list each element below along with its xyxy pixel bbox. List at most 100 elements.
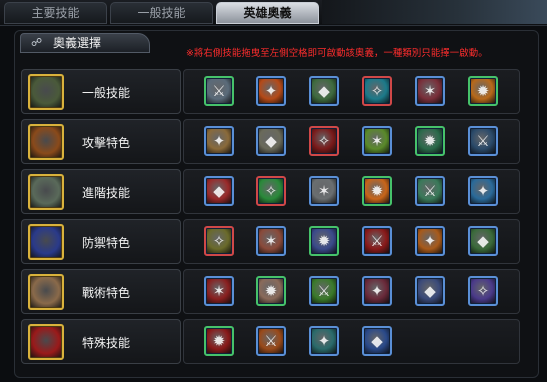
skill-glyph: ⚔ (317, 282, 331, 300)
explosion-icon[interactable] (28, 124, 64, 160)
skill-glyph: ⚔ (423, 182, 437, 200)
skill-glyph: ◆ (265, 132, 277, 150)
skill-glyph: ◆ (213, 182, 225, 200)
category-row-3: 防禦特色 (21, 219, 181, 264)
category-label: 攻擊特色 (82, 136, 131, 150)
orange-eye-icon[interactable]: ⚔ (256, 326, 286, 356)
shield-bearer-icon[interactable]: ✶ (256, 226, 286, 256)
skill-slot-row-4: ✶ ✹ ⚔ ✦ ◆ ✧ (183, 269, 520, 314)
alien-head-icon[interactable]: ◆ (256, 126, 286, 156)
shield-sword-icon[interactable] (28, 74, 64, 110)
category-row-0: 一般技能 (21, 69, 181, 114)
category-label: 戰術特色 (82, 286, 131, 300)
skill-glyph: ◆ (371, 332, 383, 350)
fire-strike-icon[interactable]: ✦ (256, 76, 286, 106)
skill-glyph: ◆ (318, 82, 330, 100)
skill-slot-row-1: ✦ ◆ ✧ ✶ ✹ ⚔ (183, 119, 520, 164)
skill-glyph: ✶ (317, 182, 331, 200)
tab-hero-ultimate[interactable]: 英雄奧義 (216, 2, 319, 24)
green-swirl-icon[interactable]: ✧ (256, 176, 286, 206)
green-crystal-icon[interactable]: ✹ (415, 126, 445, 156)
shield-icon[interactable]: ◆ (309, 76, 339, 106)
link-icon: ☍ (31, 36, 43, 49)
skill-slot-row-2: ◆ ✧ ✶ ✹ ⚔ ✦ (183, 169, 520, 214)
blue-warrior-icon[interactable] (28, 224, 64, 260)
category-label: 防禦特色 (82, 236, 131, 250)
flex-arm-icon[interactable]: ✦ (204, 126, 234, 156)
orange-flame-icon[interactable]: ✹ (362, 176, 392, 206)
blue-storm-icon[interactable]: ◆ (362, 326, 392, 356)
skill-glyph: ✹ (212, 332, 226, 350)
green-burst-icon[interactable]: ✶ (362, 126, 392, 156)
sword-slash-icon[interactable]: ⚔ (204, 76, 234, 106)
skill-glyph: ✧ (317, 132, 331, 150)
green-dash-icon[interactable]: ⚔ (309, 276, 339, 306)
red-guardian-icon[interactable]: ⚔ (362, 226, 392, 256)
demon-eyes-icon[interactable]: ✧ (309, 126, 339, 156)
skill-glyph: ✹ (423, 132, 437, 150)
category-label: 特殊技能 (82, 336, 131, 350)
blue-diamond-icon[interactable]: ◆ (415, 276, 445, 306)
category-label: 進階技能 (82, 186, 131, 200)
skill-glyph: ✦ (317, 332, 331, 350)
blue-runner-icon[interactable]: ✹ (309, 226, 339, 256)
red-hero-icon[interactable] (28, 324, 64, 360)
red-dancer-icon[interactable]: ✦ (362, 276, 392, 306)
skill-glyph: ✦ (212, 132, 226, 150)
blade-streak-icon[interactable]: ✶ (415, 76, 445, 106)
tactician-icon[interactable] (28, 274, 64, 310)
skill-glyph: ✹ (370, 182, 384, 200)
skill-glyph: ✹ (476, 82, 490, 100)
category-row-1: 攻擊特色 (21, 119, 181, 164)
red-claw-icon[interactable]: ◆ (204, 176, 234, 206)
violet-arrow-icon[interactable]: ✧ (468, 276, 498, 306)
tab-general-skills[interactable]: 一般技能 (110, 2, 213, 24)
skill-glyph: ◆ (477, 232, 489, 250)
tab-main-skills[interactable]: 主要技能 (4, 2, 107, 24)
skill-glyph: ⚔ (476, 132, 490, 150)
armored-shield-icon[interactable] (28, 174, 64, 210)
blue-vortex-icon[interactable]: ✦ (468, 176, 498, 206)
silver-shield-icon[interactable]: ✶ (309, 176, 339, 206)
red-hand-icon[interactable]: ✶ (204, 276, 234, 306)
skill-glyph: ✦ (370, 282, 384, 300)
skill-slot-row-3: ✧ ✶ ✹ ⚔ ✦ ◆ (183, 219, 520, 264)
skill-glyph: ✦ (423, 232, 437, 250)
green-arrows-icon[interactable]: ⚔ (415, 176, 445, 206)
skill-glyph: ✧ (370, 82, 384, 100)
category-row-2: 進階技能 (21, 169, 181, 214)
skill-glyph: ✹ (264, 282, 278, 300)
skill-glyph: ✧ (212, 232, 226, 250)
tab-strip-background (322, 0, 547, 24)
skill-glyph: ✧ (476, 282, 490, 300)
ultimate-select-tab[interactable]: ☍ 奧義選擇 (20, 33, 150, 53)
skill-slot-row-5: ✹ ⚔ ✦ ◆ (183, 319, 520, 364)
skill-glyph: ◆ (424, 282, 436, 300)
ice-dash-icon[interactable]: ✧ (362, 76, 392, 106)
skill-glyph: ⚔ (264, 332, 278, 350)
teal-lightning-icon[interactable]: ✦ (309, 326, 339, 356)
green-spiral-icon[interactable]: ◆ (468, 226, 498, 256)
comet-icon[interactable]: ✹ (468, 76, 498, 106)
star-burst-icon[interactable]: ✹ (256, 276, 286, 306)
skill-glyph: ✦ (476, 182, 490, 200)
skill-glyph: ✶ (212, 282, 226, 300)
category-label: 一般技能 (82, 86, 131, 100)
category-row-5: 特殊技能 (21, 319, 181, 364)
skill-glyph: ⚔ (370, 232, 384, 250)
skill-glyph: ✶ (423, 82, 437, 100)
skill-slot-row-0: ⚔ ✦ ◆ ✧ ✶ ✹ (183, 69, 520, 114)
hooded-figure-icon[interactable]: ⚔ (468, 126, 498, 156)
skill-glyph: ⚔ (212, 82, 226, 100)
skill-glyph: ✶ (264, 232, 278, 250)
ultimate-select-label: 奧義選擇 (53, 36, 102, 50)
skill-glyph: ✹ (317, 232, 331, 250)
skill-glyph: ✧ (264, 182, 278, 200)
orange-orbs-icon[interactable]: ✦ (415, 226, 445, 256)
skill-glyph: ✦ (264, 82, 278, 100)
category-row-4: 戰術特色 (21, 269, 181, 314)
instruction-notice: ※將右側技能拖曳至左側空格即可啟動該奧義，一種類別只能擇一啟動。 (186, 48, 488, 59)
flexing-hero-icon[interactable]: ✧ (204, 226, 234, 256)
skill-glyph: ✶ (370, 132, 384, 150)
red-strongman-icon[interactable]: ✹ (204, 326, 234, 356)
